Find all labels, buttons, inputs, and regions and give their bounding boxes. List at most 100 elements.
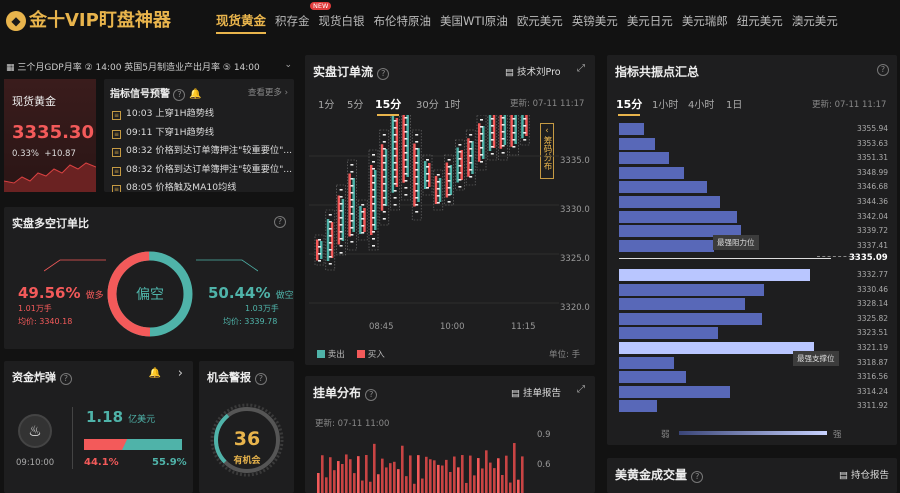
volume-mark [415,183,419,185]
order-flow-tab[interactable]: 30分 [416,96,439,111]
signal-item[interactable]: ≡ 09:11 下穿1H趋势线 [112,124,214,139]
pivot-tab[interactable]: 4小时 [688,96,714,111]
nav-item[interactable]: 现货黄金 [216,10,267,34]
legend-buy: 买入 [357,348,385,360]
help-icon[interactable]: ? [877,64,889,76]
pivot-bar[interactable] [619,283,764,296]
position-report-button[interactable]: ▤ 持仓报告 [839,467,889,481]
nav-item[interactable]: 布伦特原油 [374,13,432,29]
help-icon[interactable]: ? [274,216,286,228]
volume-mark [404,194,408,196]
pivot-bar[interactable] [619,166,685,179]
volume-mark [447,194,451,196]
order-flow-tab[interactable]: 1时 [444,96,460,111]
calendar-ticker[interactable]: ▦ 三个月GDP月率 ② 14:00 英国5月制造业产出月率 ⑤ 14:00 ⌄ [6,60,294,73]
volume-mark [382,183,386,185]
chevron-down-icon[interactable]: ⌄ [284,60,292,70]
current-price-marker [619,258,831,260]
volume-mark [415,190,419,192]
nav-item[interactable]: 欧元美元 [517,13,563,29]
volume-mark [350,220,354,222]
help-icon[interactable]: ? [377,68,390,80]
pivot-tab[interactable]: 15分 [616,96,642,116]
signal-item[interactable]: ≡ 08:05 价格触及MA10均线 [112,179,236,192]
orders-report-button[interactable]: ▤ 挂单报告 [511,385,561,399]
pivot-bar[interactable] [619,181,708,194]
volume-mark [382,148,386,150]
nav-item[interactable]: 美国WTI原油 [440,13,508,29]
order-flow-tab[interactable]: 1分 [318,96,334,111]
expand-icon[interactable]: ⤢ [577,63,585,74]
order-flow-y-tick: 3320.0 [560,303,590,313]
volume-mark [458,179,462,181]
volume-mark [350,171,354,173]
order-flow-tab[interactable]: 5分 [347,96,363,111]
pivot-bar[interactable] [619,298,745,311]
tech-tool-button[interactable]: ▤ 技术刘Pro [505,64,561,78]
volume-mark [318,239,321,241]
nav-item[interactable]: 英镑美元 [572,13,618,29]
volume-mark [393,169,397,171]
bell-icon[interactable]: 🔔 [149,368,161,379]
nav-item[interactable]: 纽元美元 [737,13,783,29]
order-bar [457,467,460,493]
pivot-bar[interactable] [619,196,720,208]
nav-item[interactable]: 美元日元 [627,13,673,29]
nav-item[interactable]: 现货白银 [319,13,365,29]
nav-item[interactable]: 积存金 [275,13,310,29]
bell-icon[interactable]: 🔔 [189,89,201,100]
signal-item[interactable]: ≡ 08:32 价格到达订单簿押注"较重要位"... [112,161,292,176]
pivot-bar[interactable] [619,210,737,223]
pivot-bar[interactable] [619,239,714,252]
pivot-bar[interactable] [619,327,718,340]
help-icon[interactable]: ? [254,373,267,385]
order-bar [409,455,412,493]
order-bar [317,473,320,493]
pivot-bar[interactable] [619,400,657,413]
volume-mark [501,124,505,126]
signal-item[interactable]: ≡ 10:03 上穿1H趋势线 [112,105,214,120]
volume-mark [339,231,343,233]
pivot-tab[interactable]: 1小时 [652,96,678,111]
volume-mark [404,173,408,175]
pivot-level: 3318.87 [857,357,889,367]
pivot-tab[interactable]: 1日 [726,96,742,111]
expand-icon[interactable]: ⤢ [577,384,585,395]
legend-sell: 卖出 [317,348,345,360]
order-bar [445,459,448,493]
chevron-right-icon[interactable]: › [178,366,183,381]
pivot-bar[interactable] [619,356,674,369]
gold-pct: 0.33% [12,149,40,159]
help-icon[interactable]: ? [365,389,378,401]
help-icon[interactable]: ? [173,89,186,101]
volume-mark [339,224,343,226]
pivot-bar[interactable] [619,137,655,150]
fund-left-pct: 44.1% [84,457,119,468]
volume-mark [350,206,354,208]
order-distribution-panel: 挂单分布 ? ▤ 挂单报告 ⤢ 更新: 07-11 11:00 0.9 0.6 [305,376,595,493]
help-icon[interactable]: ? [691,471,704,483]
nav-item[interactable]: 美元瑞郎 [682,13,728,29]
volume-mark [469,134,473,136]
pivot-bar[interactable] [619,123,645,135]
order-bar [413,483,416,493]
see-more-link[interactable]: 查看更多 › [248,86,288,98]
pivot-bar[interactable] [619,371,687,384]
app-logo: ◆ 金十VIP盯盘神器 [6,6,171,32]
volume-mark [382,162,386,164]
signal-item[interactable]: ≡ 08:32 价格到达订单簿押注"较重要位"... [112,142,292,157]
pivot-bar[interactable] [619,342,815,354]
nav-item[interactable]: 澳元美元 [792,13,838,29]
gold-price-card[interactable]: 现货黄金 3335.30 0.33% +10.87 [4,79,96,192]
help-icon[interactable]: ? [59,373,72,385]
pivot-bar[interactable] [619,152,670,165]
volume-mark [480,126,483,128]
calendar-icon: ▦ [6,63,15,73]
pivot-bar[interactable] [619,312,762,325]
order-bar [433,460,436,493]
pivot-bar[interactable] [619,269,811,281]
instrument-nav: 现货黄金 积存金 现货白银 布伦特原油 美国WTI原油 欧元美元 英镑美元 美元日元 美元瑞郎纽… [216,10,847,34]
order-flow-tab[interactable]: 15分 [375,96,401,116]
candle-body [467,138,470,177]
pivot-bar[interactable] [619,385,731,398]
